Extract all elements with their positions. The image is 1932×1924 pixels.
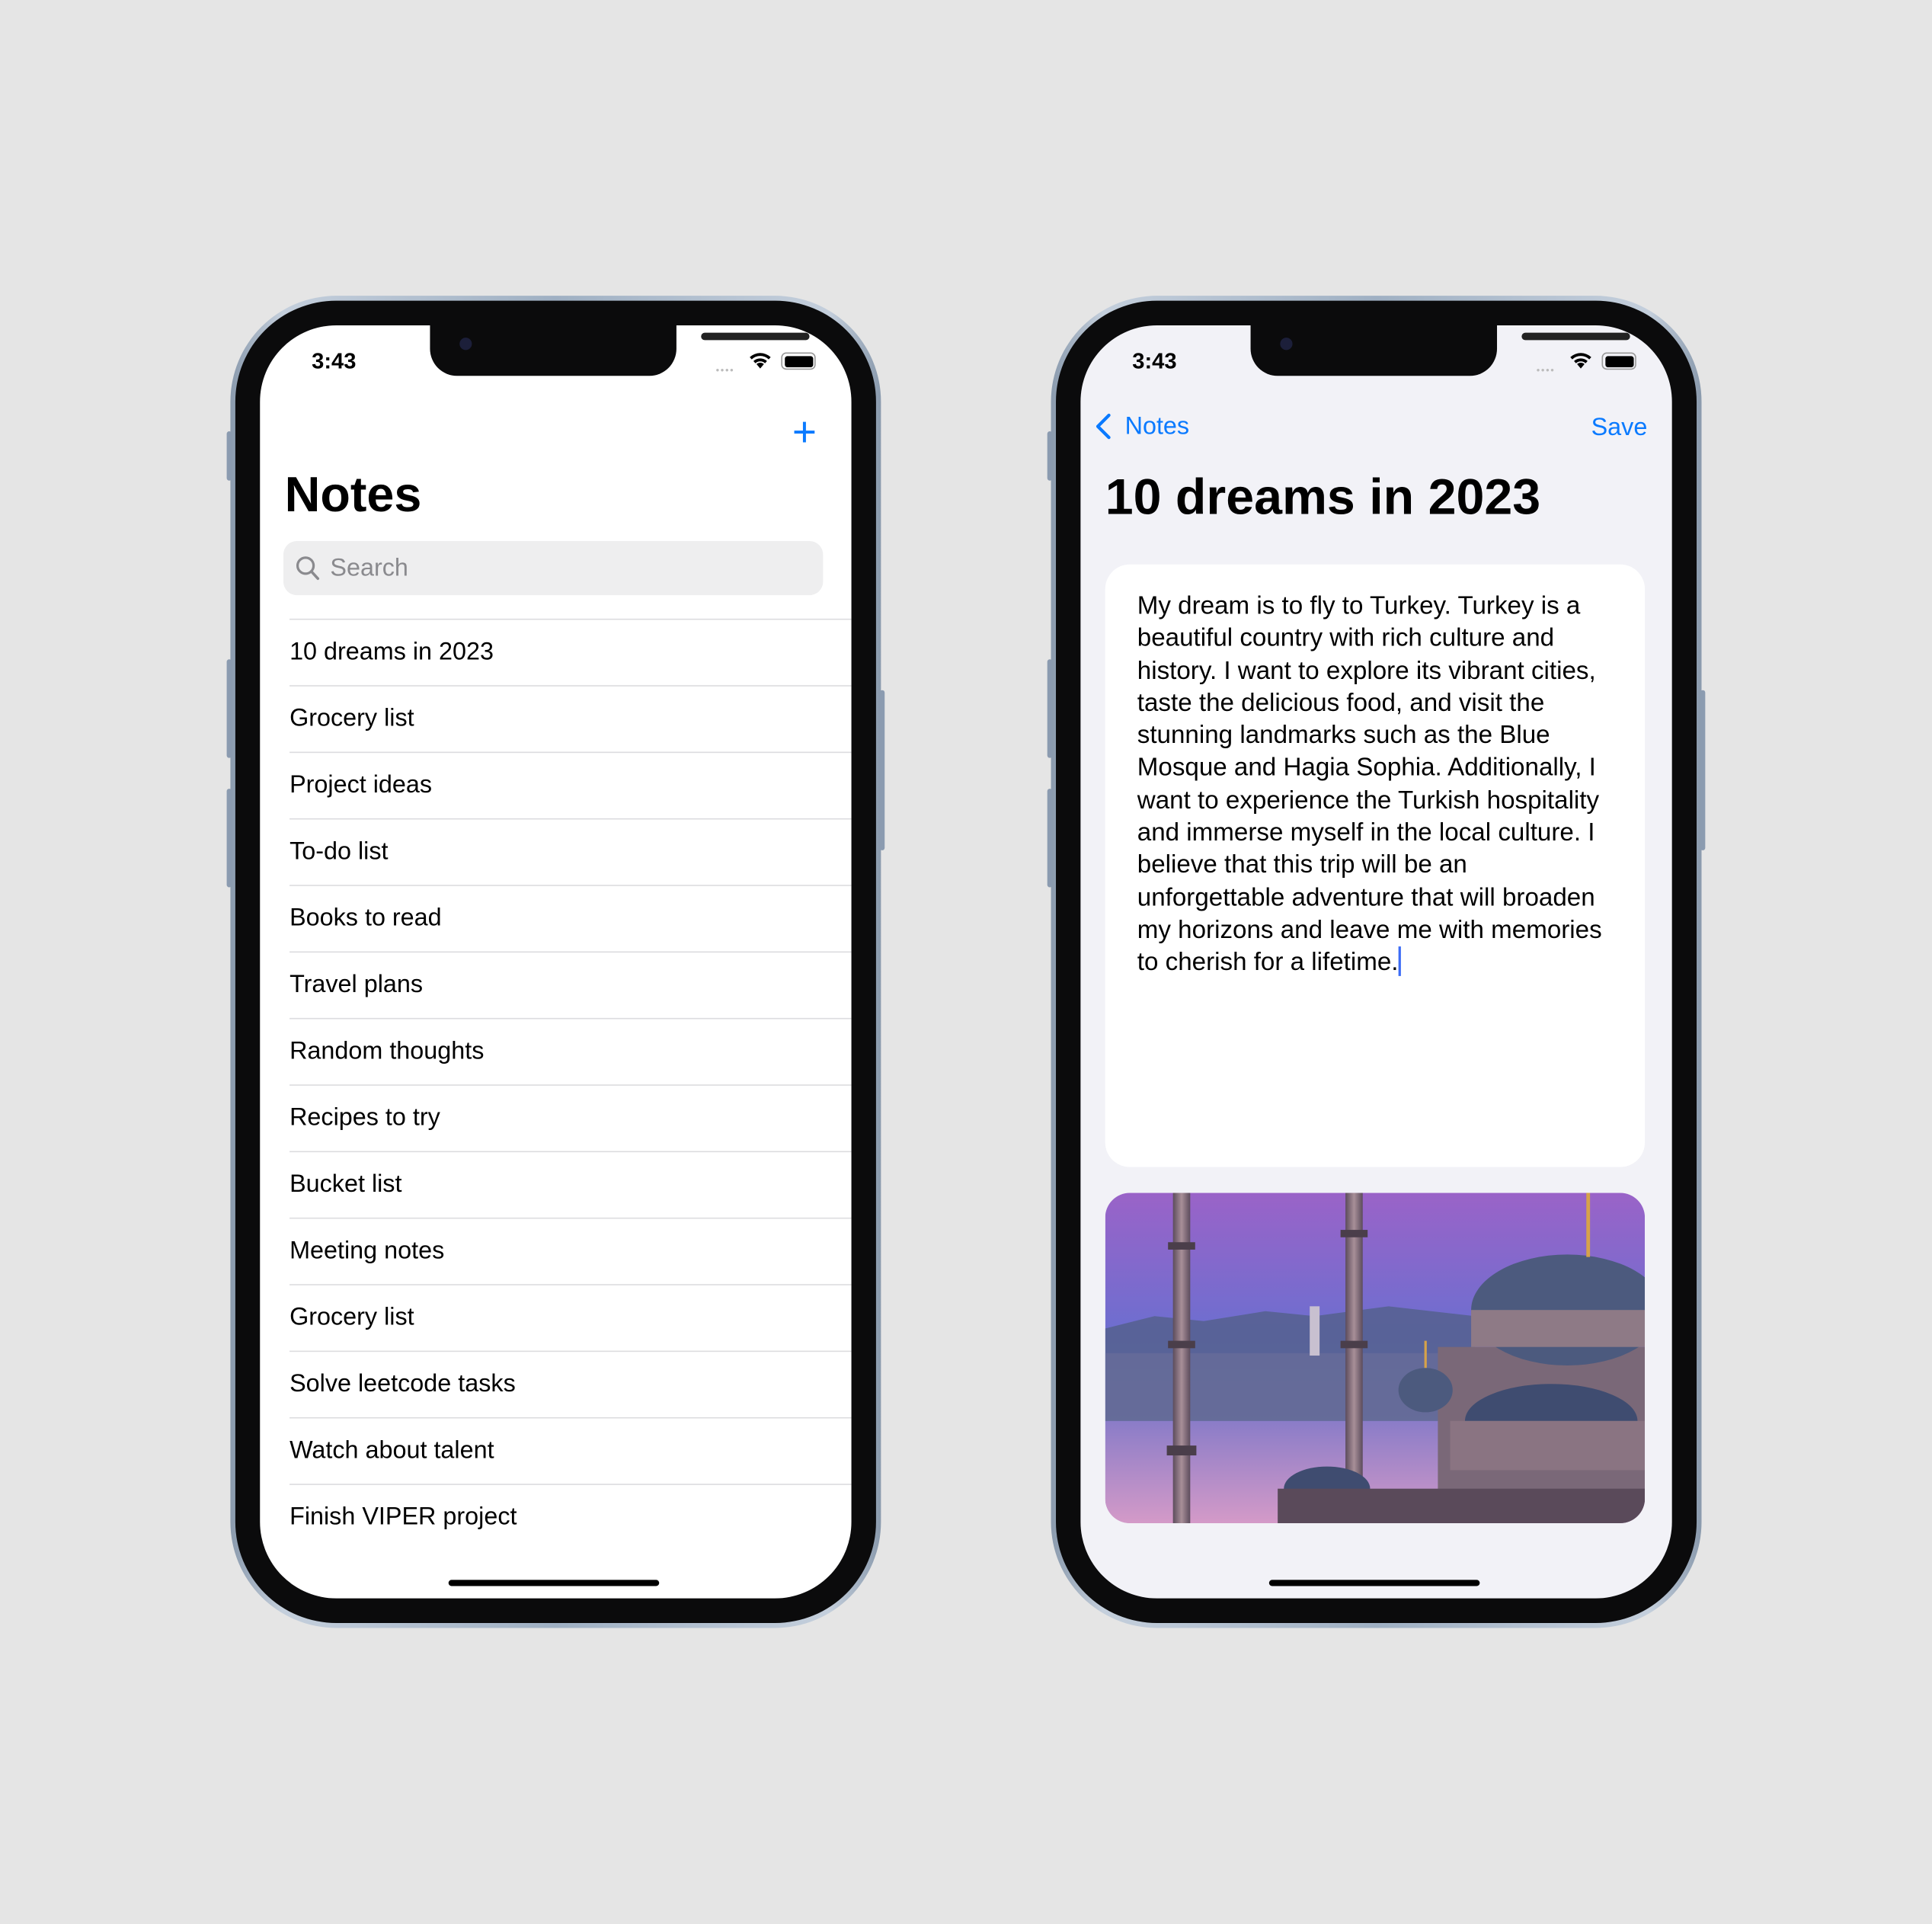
note-list-item[interactable]: Bucket list — [289, 1151, 852, 1218]
note-title-label: Finish VIPER project — [289, 1503, 517, 1531]
note-list-item[interactable]: To-do list — [289, 818, 852, 885]
note-title-label: Project ideas — [289, 771, 433, 799]
note-title-label: 10 dreams in 2023 — [289, 638, 494, 666]
notes-list-screen: 3:43 •••• + Notes Search 10 dreams in 20… — [260, 325, 852, 1599]
search-input[interactable]: Search — [283, 540, 824, 596]
add-note-button[interactable]: + — [792, 411, 817, 453]
note-title[interactable]: 10 dreams in 2023 — [1105, 469, 1540, 527]
note-list-item[interactable]: Solve leetcode tasks — [289, 1350, 852, 1417]
notch — [430, 325, 810, 376]
wifi-icon — [750, 353, 771, 369]
note-title-label: Solve leetcode tasks — [289, 1370, 516, 1398]
note-title-label: Recipes to try — [289, 1104, 440, 1132]
page-title: Notes — [284, 468, 422, 523]
note-list-item[interactable]: Random thoughts — [289, 1017, 852, 1084]
note-list-item[interactable]: Grocery list — [289, 685, 852, 751]
notch — [1250, 325, 1630, 376]
mosque-image — [1105, 1192, 1646, 1523]
note-title-label: Books to read — [289, 904, 442, 932]
note-title-label: Grocery list — [289, 1304, 414, 1331]
note-list-item[interactable]: Watch about talent — [289, 1417, 852, 1484]
note-body-text: My dream is to fly to Turkey. Turkey is … — [1137, 591, 1602, 977]
wifi-icon — [1570, 353, 1591, 369]
note-title-label: Grocery list — [289, 705, 414, 732]
note-body-editor[interactable]: My dream is to fly to Turkey. Turkey is … — [1105, 564, 1646, 1167]
note-list-item[interactable]: Grocery list — [289, 1284, 852, 1350]
camera-icon — [1280, 338, 1293, 351]
battery-icon — [781, 352, 816, 370]
note-title-label: To-do list — [289, 837, 389, 866]
battery-icon — [1601, 352, 1636, 370]
search-placeholder: Search — [330, 553, 408, 581]
back-button[interactable]: Notes — [1093, 411, 1190, 441]
signal-icon: •••• — [715, 364, 735, 376]
back-label: Notes — [1124, 411, 1190, 440]
note-title-label: Bucket list — [289, 1170, 402, 1199]
search-icon — [296, 556, 320, 581]
note-title-label: Random thoughts — [289, 1037, 485, 1065]
camera-icon — [459, 338, 472, 351]
notes-list: 10 dreams in 2023 Grocery list Project ide… — [289, 618, 852, 1551]
chevron-left-icon — [1096, 413, 1111, 440]
phone-notes-list: 3:43 •••• + Notes Search 10 dreams in 20… — [226, 296, 885, 1628]
save-button[interactable]: Save — [1591, 414, 1648, 442]
note-title-label: Meeting notes — [289, 1237, 445, 1265]
status-time: 3:43 — [312, 348, 357, 374]
note-list-item[interactable]: Books to read — [289, 885, 852, 951]
note-list-item[interactable]: Recipes to try — [289, 1084, 852, 1151]
note-list-item[interactable]: Project ideas — [289, 751, 852, 818]
home-indicator[interactable] — [1268, 1580, 1480, 1586]
status-time: 3:43 — [1132, 348, 1177, 374]
blue-mosque-photo[interactable] — [1105, 1192, 1646, 1523]
note-detail-screen: 3:43 •••• Notes Save 10 dreams in 2023 M… — [1080, 325, 1672, 1599]
note-title-label: Travel plans — [289, 971, 424, 999]
signal-icon: •••• — [1536, 364, 1556, 376]
note-list-item[interactable]: Travel plans — [289, 951, 852, 1018]
note-list-item[interactable]: Meeting notes — [289, 1217, 852, 1284]
note-list-item[interactable]: 10 dreams in 2023 — [289, 618, 852, 685]
note-title-label: Watch about talent — [289, 1436, 494, 1465]
note-list-item[interactable]: Finish VIPER project — [289, 1484, 852, 1550]
phone-note-detail: 3:43 •••• Notes Save 10 dreams in 2023 M… — [1047, 296, 1706, 1628]
home-indicator[interactable] — [448, 1580, 660, 1586]
text-caret — [1398, 946, 1401, 977]
